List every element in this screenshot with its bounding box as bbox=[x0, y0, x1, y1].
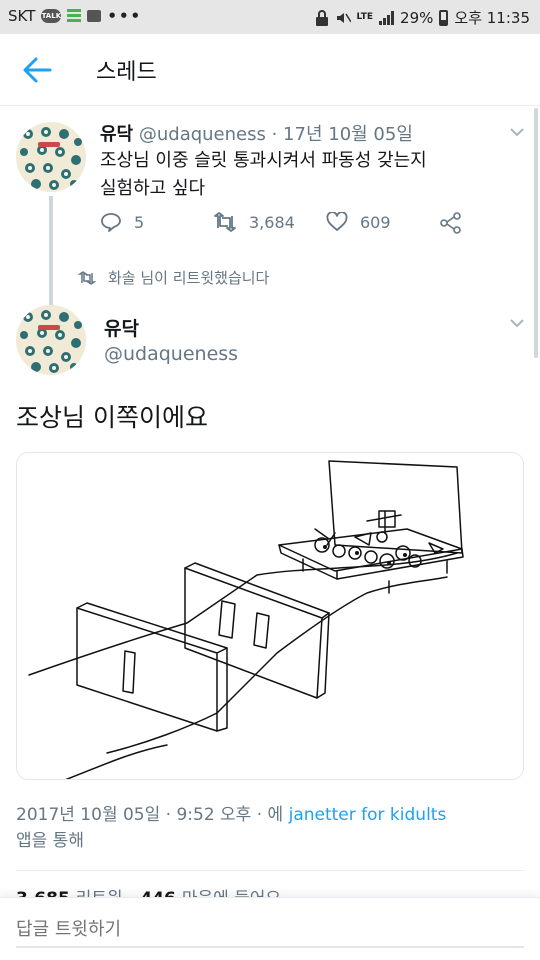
clock: 오후 11:35 bbox=[454, 9, 530, 27]
tweet-actions: 5 3,684 609 bbox=[100, 212, 500, 240]
retweet-icon bbox=[78, 270, 96, 285]
carrier-label: SKT bbox=[8, 7, 36, 25]
scrollbar[interactable] bbox=[534, 108, 538, 358]
reply-button[interactable]: 5 bbox=[100, 212, 144, 232]
avatar[interactable] bbox=[16, 122, 86, 192]
status-bar: SKT TALK ••• LTE 29% 오후 11:35 bbox=[0, 0, 540, 34]
retweet-count: 3,684 bbox=[249, 212, 295, 232]
share-icon bbox=[440, 212, 461, 234]
retweeted-by-note: 화솔 님이 리트윗했습니다 bbox=[78, 267, 269, 288]
reply-icon bbox=[101, 213, 121, 232]
chevron-down-icon[interactable] bbox=[510, 318, 524, 328]
battery-percent: 29% bbox=[400, 8, 434, 27]
via-text: 앱을 통해 bbox=[16, 831, 84, 851]
sketch-drawing bbox=[28, 460, 464, 779]
chevron-down-icon[interactable] bbox=[510, 127, 524, 137]
like-count: 609 bbox=[360, 212, 391, 232]
mail-icon bbox=[87, 10, 102, 22]
thread-line bbox=[49, 196, 53, 308]
tweet-text-line: 조상님 이중 슬릿 통과시켜서 파동성 갖는지 bbox=[100, 150, 427, 171]
author-handle[interactable]: @udaqueness bbox=[139, 124, 266, 145]
client-link[interactable]: janetter for kidults bbox=[289, 805, 447, 825]
more-notifications-icon: ••• bbox=[107, 7, 143, 25]
retweet-button[interactable]: 3,684 bbox=[213, 212, 295, 232]
notes-icon bbox=[67, 9, 82, 23]
divider bbox=[16, 870, 524, 871]
like-button[interactable]: 609 bbox=[326, 212, 391, 232]
author-name[interactable]: 유닥 bbox=[104, 314, 139, 341]
avatar[interactable] bbox=[16, 305, 86, 375]
tweet-timestamp: 2017년 10월 05일 · 9:52 오후 · 에 janetter for… bbox=[16, 802, 526, 854]
battery-icon bbox=[439, 9, 449, 26]
mute-icon bbox=[336, 12, 351, 23]
retweet-icon bbox=[214, 212, 236, 232]
tweet-text-line: 실험하고 싶다 bbox=[100, 178, 206, 199]
page-title: 스레드 bbox=[96, 60, 157, 85]
back-arrow-icon[interactable] bbox=[22, 56, 52, 84]
reply-bar bbox=[0, 897, 540, 960]
app-bar: 스레드 bbox=[0, 34, 540, 106]
retweeted-by-text: 화솔 님이 리트윗했습니다 bbox=[108, 269, 270, 287]
heart-icon bbox=[326, 212, 348, 231]
author-handle[interactable]: @udaqueness bbox=[104, 343, 238, 365]
reply-input[interactable] bbox=[16, 912, 524, 948]
tweet-header: 유닥 @udaqueness · 17년 10월 05일 bbox=[100, 120, 413, 146]
tweet-image[interactable] bbox=[16, 452, 524, 780]
lock-icon bbox=[315, 9, 328, 26]
timestamp-text: 2017년 10월 05일 · 9:52 오후 · 에 bbox=[16, 805, 284, 825]
author-name[interactable]: 유닥 bbox=[100, 124, 133, 145]
share-button[interactable] bbox=[440, 212, 462, 234]
kakaotalk-icon: TALK bbox=[41, 9, 62, 23]
tweet-date: · 17년 10월 05일 bbox=[271, 124, 413, 145]
tweet-text: 조상님 이쪽이에요 bbox=[16, 403, 208, 432]
reply-count: 5 bbox=[134, 212, 145, 232]
tweet-text: 조상님 이중 슬릿 통과시켜서 파동성 갖는지 실험하고 싶다 bbox=[100, 147, 500, 203]
signal-icon bbox=[379, 10, 395, 25]
network-type-label: LTE bbox=[356, 12, 374, 22]
tweet-stats: 3,685 리트윗 446 마음에 들어요 bbox=[16, 884, 281, 898]
